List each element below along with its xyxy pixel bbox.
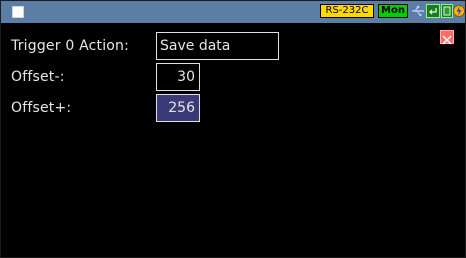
power-plug-icon — [453, 5, 465, 17]
storage-icon — [441, 4, 453, 18]
trigger-action-field[interactable]: Save data — [156, 32, 279, 60]
trigger-action-label: Trigger 0 Action: — [11, 38, 130, 54]
offset-minus-field[interactable]: 30 — [156, 63, 200, 91]
menu-square-icon[interactable] — [12, 6, 24, 18]
offset-minus-label: Offset-: — [11, 69, 65, 85]
device-screen: RS-232C Mon Trigger 0 Action: Save data … — [0, 0, 466, 258]
offset-plus-label: Offset+: — [11, 100, 72, 116]
interface-badge: RS-232C — [320, 4, 374, 18]
offset-plus-field[interactable]: 256 — [156, 94, 200, 122]
status-bar: RS-232C Mon — [1, 1, 465, 23]
mode-badge: Mon — [378, 4, 408, 18]
close-icon — [442, 35, 452, 45]
enter-arrow-icon — [426, 4, 440, 18]
usb-icon — [412, 5, 424, 16]
close-button[interactable] — [440, 30, 454, 45]
